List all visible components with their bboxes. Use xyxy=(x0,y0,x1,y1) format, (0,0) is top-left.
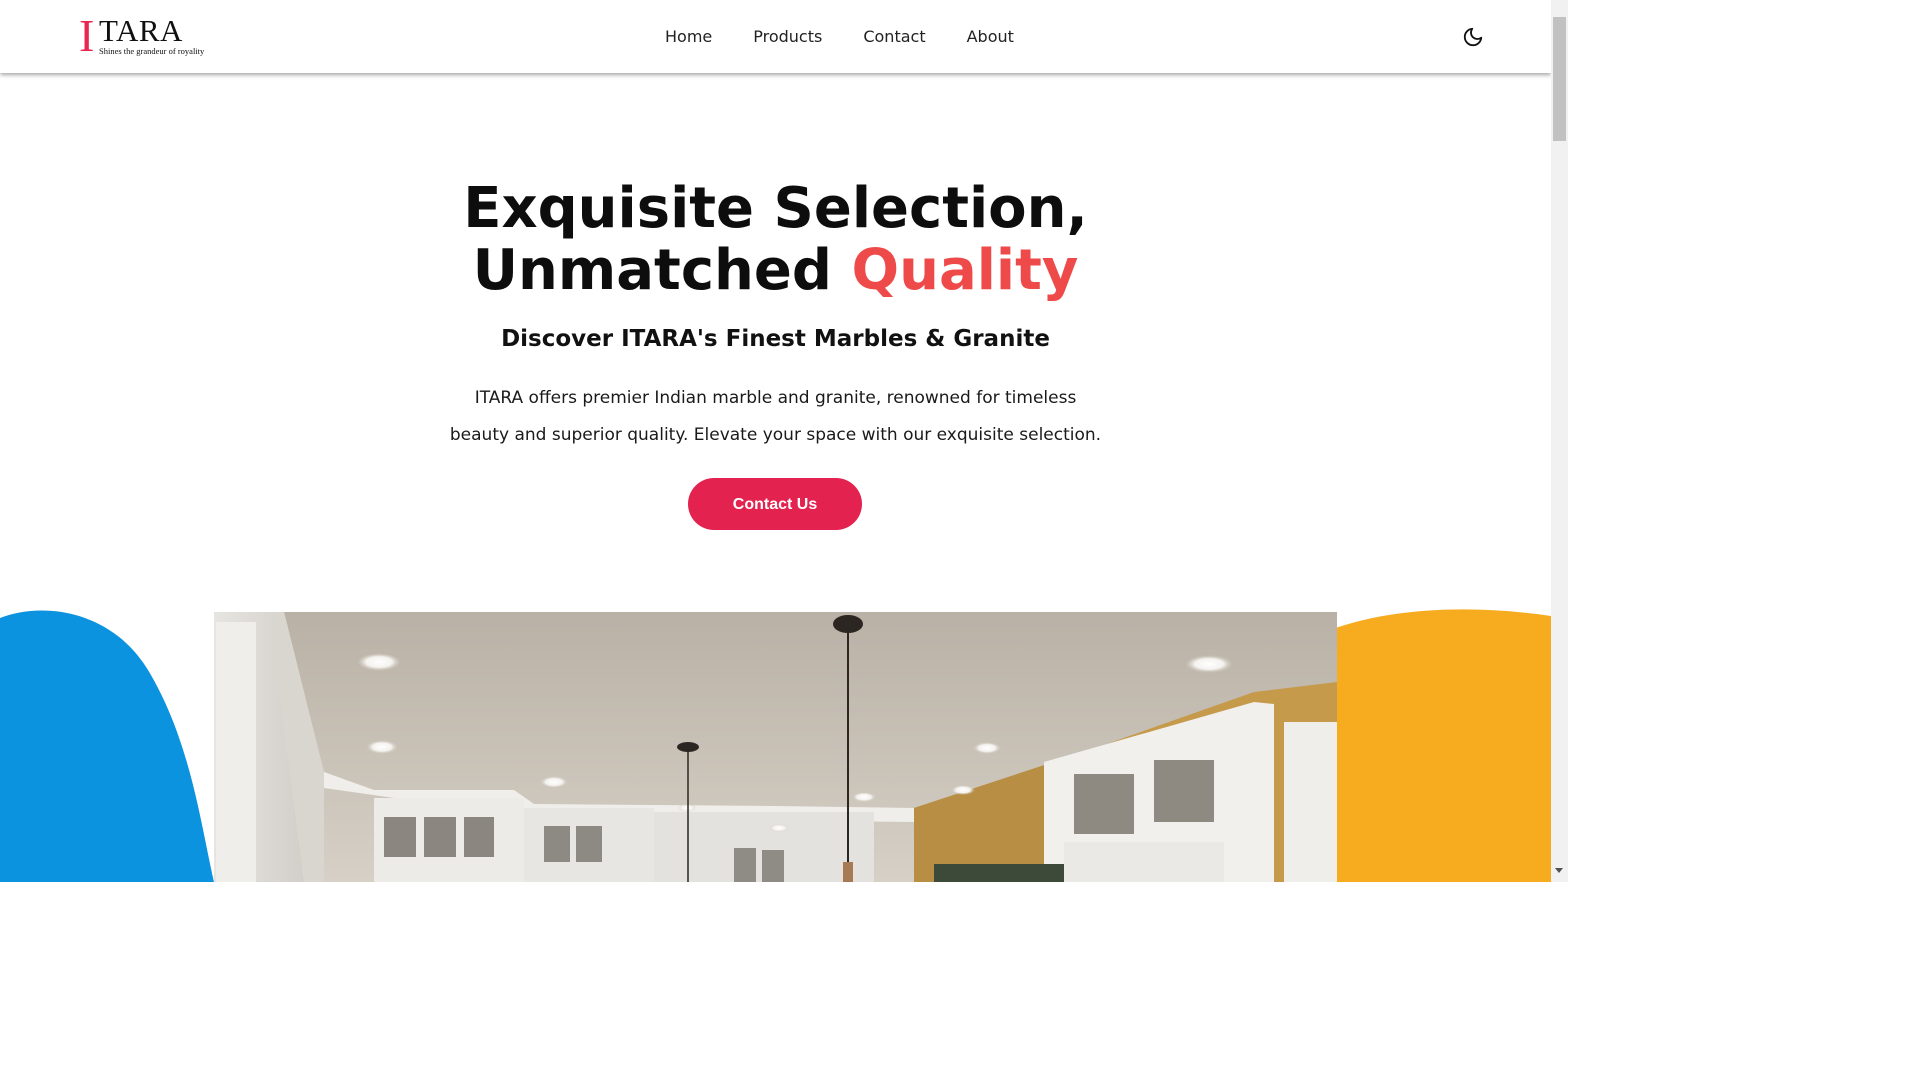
scrollbar-thumb[interactable] xyxy=(1553,17,1566,141)
moon-icon xyxy=(1463,27,1483,47)
hero-title-line2: Unmatched xyxy=(472,238,832,303)
hero-title-line1: Exquisite Selection, xyxy=(463,176,1088,241)
blue-blob-shape xyxy=(0,610,214,882)
nav-link-products[interactable]: Products xyxy=(753,26,822,48)
page: I TARA Shines the grandeur of royality H… xyxy=(0,0,1551,882)
hero-description: ITARA offers premier Indian marble and g… xyxy=(449,388,1102,445)
yellow-blob-shape xyxy=(1330,609,1551,882)
logo-tagline: Shines the grandeur of royality xyxy=(99,46,205,56)
theme-toggle-button[interactable] xyxy=(1462,26,1484,48)
kitchen-interior-image xyxy=(214,612,1337,882)
contact-us-button[interactable]: Contact Us xyxy=(688,478,862,530)
main-nav: Home Products Contact About xyxy=(665,26,1055,48)
hero-title-accent: Quality xyxy=(851,238,1079,303)
site-header: I TARA Shines the grandeur of royality H… xyxy=(0,0,1551,73)
nav-link-home[interactable]: Home xyxy=(665,26,712,48)
nav-link-contact[interactable]: Contact xyxy=(863,26,925,48)
itara-logo[interactable]: I TARA Shines the grandeur of royality xyxy=(79,10,219,61)
nav-link-about[interactable]: About xyxy=(967,26,1014,48)
hero-subtitle: Discover ITARA's Finest Marbles & Granit… xyxy=(501,326,1050,352)
hero-title: Exquisite Selection, Unmatched Quality xyxy=(0,178,1551,302)
logo-wordmark: TARA xyxy=(99,13,183,48)
logo-letter: I xyxy=(79,10,95,61)
scroll-down-arrow-icon[interactable] xyxy=(1555,868,1563,873)
page-scrollbar[interactable] xyxy=(1551,0,1568,882)
